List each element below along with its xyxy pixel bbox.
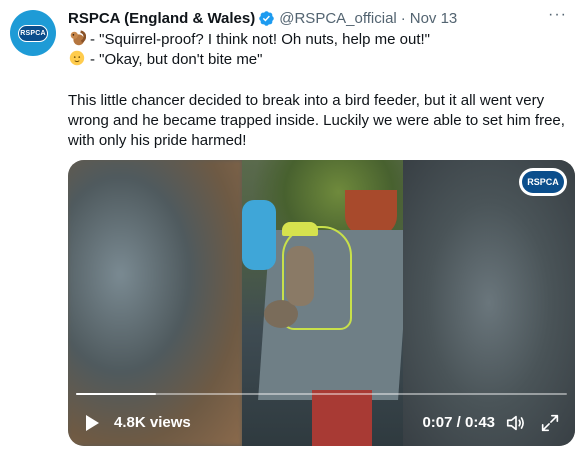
tweet-line-2-text: - "Okay, but don't bite me" — [90, 51, 263, 68]
tweet-line-2: - "Okay, but don't bite me" — [68, 49, 573, 70]
squirrel — [286, 246, 314, 306]
tweet-line-1: - "Squirrel-proof? I think not! Oh nuts,… — [68, 29, 573, 50]
volume-icon[interactable] — [505, 412, 527, 434]
display-name[interactable]: RSPCA (England & Wales) — [68, 10, 255, 27]
fullscreen-icon[interactable] — [539, 412, 561, 434]
avatar[interactable]: RSPCA — [10, 10, 56, 56]
play-icon[interactable] — [82, 413, 102, 433]
post-date[interactable]: Nov 13 — [410, 10, 458, 27]
handle[interactable]: @RSPCA_official — [279, 10, 397, 27]
video-progress-bar[interactable] — [76, 393, 567, 395]
video-controls: 4.8K views 0:07 / 0:43 — [68, 400, 575, 446]
blue-glove — [242, 200, 276, 270]
rspca-logo-badge: RSPCA — [18, 24, 48, 42]
rspca-watermark-logo: RSPCA — [519, 168, 567, 196]
video-timestamp: 0:07 / 0:43 — [422, 414, 495, 431]
tweet-line-1-text: - "Squirrel-proof? I think not! Oh nuts,… — [90, 31, 430, 48]
rspca-watermark-text: RSPCA — [522, 171, 564, 193]
squirrel-emoji-icon — [70, 30, 86, 46]
video-player[interactable]: RSPCA 4.8K views 0:07 / 0:43 — [68, 160, 575, 446]
tweet-body: This little chancer decided to break int… — [68, 92, 565, 149]
video-progress-fill — [76, 393, 157, 395]
tweet-header: RSPCA (England & Wales) @RSPCA_official … — [68, 7, 567, 28]
baby-emoji-icon — [69, 50, 85, 66]
view-count: 4.8K views — [114, 414, 191, 431]
separator-dot: · — [400, 9, 406, 27]
more-options-icon[interactable]: ··· — [548, 7, 567, 23]
verified-badge-icon — [258, 10, 275, 27]
